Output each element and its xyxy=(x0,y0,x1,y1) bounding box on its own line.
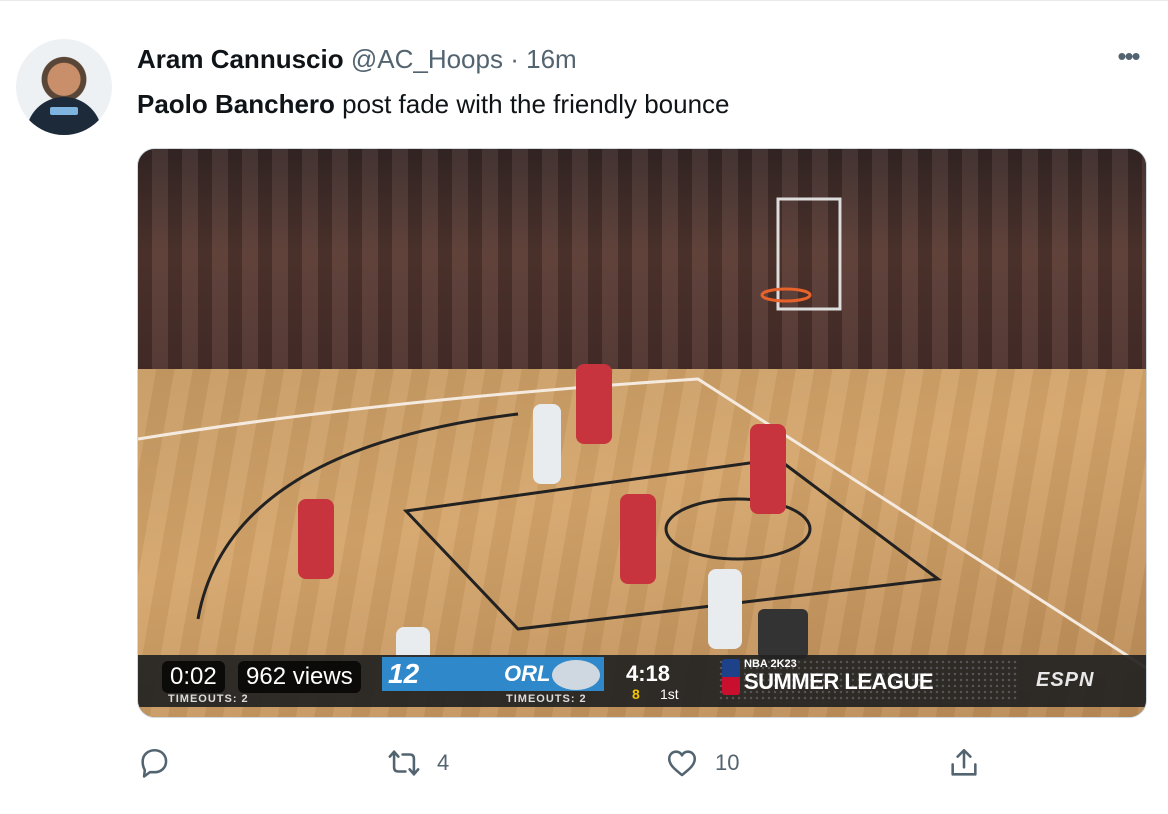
header-separator: · xyxy=(510,44,519,74)
retweet-icon xyxy=(388,750,420,776)
tweet-actions: 4 10 xyxy=(137,743,997,783)
timeouts-left: TIMEOUTS: 2 xyxy=(168,693,249,705)
paint-lines xyxy=(402,457,942,631)
league-label: SUMMER LEAGUE xyxy=(744,669,934,694)
share-icon xyxy=(951,748,977,776)
author-name[interactable]: Aram Cannuscio xyxy=(137,44,344,74)
video-views: 962 views xyxy=(238,661,361,693)
referee xyxy=(758,609,808,659)
share-button[interactable] xyxy=(947,743,981,783)
avatar[interactable] xyxy=(16,39,112,135)
timeouts-right: TIMEOUTS: 2 xyxy=(506,693,587,705)
avatar-shirt-logo xyxy=(50,107,78,115)
retweet-count: 4 xyxy=(437,750,450,775)
free-throw-circle xyxy=(664,497,812,561)
court-lines xyxy=(138,197,1146,670)
scorebug: 12 ORL TIMEOUTS: 2 TIMEOUTS: 2 4:18 8 1s… xyxy=(138,655,1146,707)
game-period: 1st xyxy=(660,686,679,702)
players-white xyxy=(396,404,742,667)
like-count: 10 xyxy=(715,750,740,775)
tweet-mention[interactable]: Paolo Banchero xyxy=(137,89,335,119)
avatar-shirt xyxy=(26,97,102,135)
tweet-card[interactable]: Aram Cannuscio @AC_Hoops · 16m ••• Paolo… xyxy=(0,0,1168,814)
more-options-icon[interactable]: ••• xyxy=(1110,43,1146,72)
network-logo: ESPN xyxy=(1036,669,1095,691)
reply-icon xyxy=(141,748,168,778)
team-logo-icon xyxy=(552,660,600,690)
hoop-rim xyxy=(760,287,812,303)
reply-button[interactable] xyxy=(137,743,171,783)
tweet-header: Aram Cannuscio @AC_Hoops · 16m xyxy=(137,43,577,75)
nba-logo-icon xyxy=(722,659,740,695)
tweet-body: post fade with the friendly bounce xyxy=(334,89,730,119)
video-time: 0:02 xyxy=(162,661,225,693)
video-frame xyxy=(138,149,1146,717)
shot-clock: 8 xyxy=(632,686,640,702)
video-player[interactable]: 12 ORL TIMEOUTS: 2 TIMEOUTS: 2 4:18 8 1s… xyxy=(137,148,1147,718)
heart-icon xyxy=(667,750,697,777)
like-button[interactable]: 10 xyxy=(665,743,739,783)
tweet-time[interactable]: 16m xyxy=(526,44,577,74)
home-team: ORL xyxy=(504,661,551,686)
game-clock: 4:18 xyxy=(626,661,671,686)
home-score: 12 xyxy=(388,658,420,689)
author-handle[interactable]: @AC_Hoops xyxy=(351,44,503,74)
three-point-arc xyxy=(196,412,519,620)
tweet-text: Paolo Banchero post fade with the friend… xyxy=(137,87,730,121)
retweet-button[interactable]: 4 xyxy=(387,743,449,783)
